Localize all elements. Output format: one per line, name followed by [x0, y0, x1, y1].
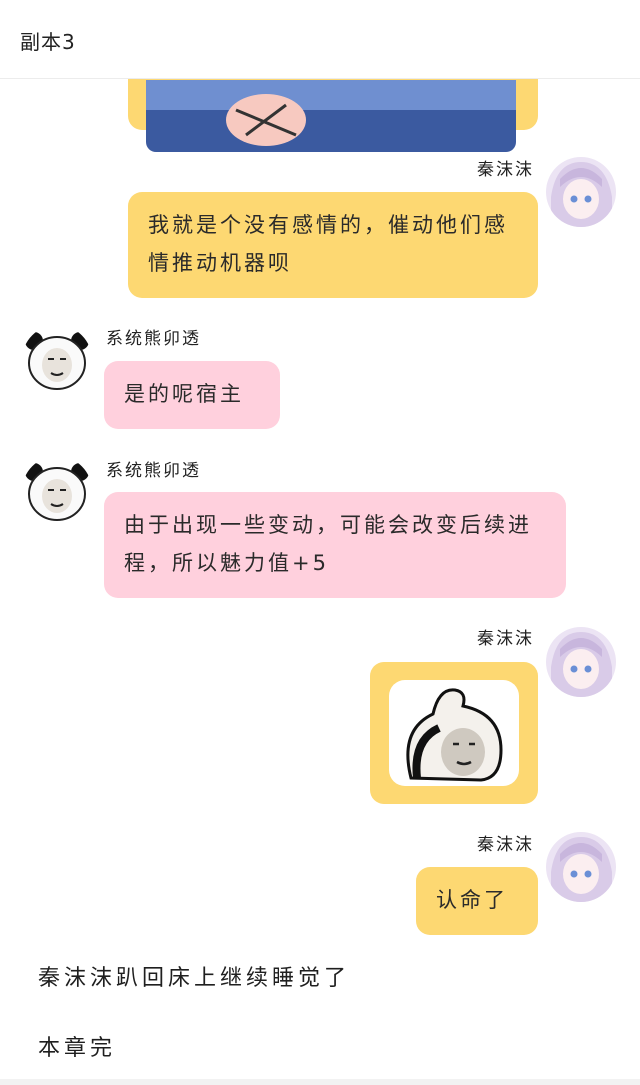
page-title: 副本3 — [20, 30, 76, 54]
message-bubble[interactable]: 我就是个没有感情的，催动他们感情推动机器呗 — [128, 192, 538, 298]
anime-girl-avatar-icon — [546, 832, 616, 902]
sticker-message-bubble[interactable] — [370, 662, 538, 804]
anime-girl-avatar-icon — [546, 157, 616, 227]
avatar-system-bear[interactable] — [22, 456, 92, 526]
avatar-system-bear[interactable] — [22, 325, 92, 395]
panda-meme-avatar-icon — [22, 325, 92, 395]
message-text: 由于出现一些变动，可能会改变后续进程，所以魅力值+5 — [124, 513, 532, 575]
avatar-qin[interactable] — [546, 832, 616, 902]
sender-name: 系统熊卯透 — [106, 329, 201, 349]
sender-name: 秦沫沫 — [477, 160, 534, 180]
sender-name: 秦沫沫 — [477, 835, 534, 855]
message-text: 是的呢宿主 — [124, 382, 244, 406]
sender-name: 系统熊卯透 — [106, 461, 201, 481]
sender-name: 秦沫沫 — [477, 629, 534, 649]
message-bubble[interactable]: 是的呢宿主 — [104, 361, 280, 429]
narration-line: 秦沫沫趴回床上继续睡觉了 — [38, 966, 351, 991]
anime-girl-avatar-icon — [546, 627, 616, 697]
chapter-end-text: 本章完 — [38, 1036, 117, 1061]
message-text: 我就是个没有感情的，催动他们感情推动机器呗 — [148, 213, 508, 275]
avatar-qin[interactable] — [546, 157, 616, 227]
bottom-divider — [0, 1079, 640, 1085]
message-bubble[interactable]: 认命了 — [416, 867, 538, 935]
image-preview — [146, 80, 516, 152]
message-bubble[interactable]: 由于出现一些变动，可能会改变后续进程，所以魅力值+5 — [104, 492, 566, 598]
avatar-qin[interactable] — [546, 627, 616, 697]
panda-meme-avatar-icon — [22, 456, 92, 526]
meme-face-sticker-icon — [389, 680, 519, 786]
message-text: 认命了 — [436, 888, 508, 912]
top-bar: 副本3 — [0, 0, 640, 79]
